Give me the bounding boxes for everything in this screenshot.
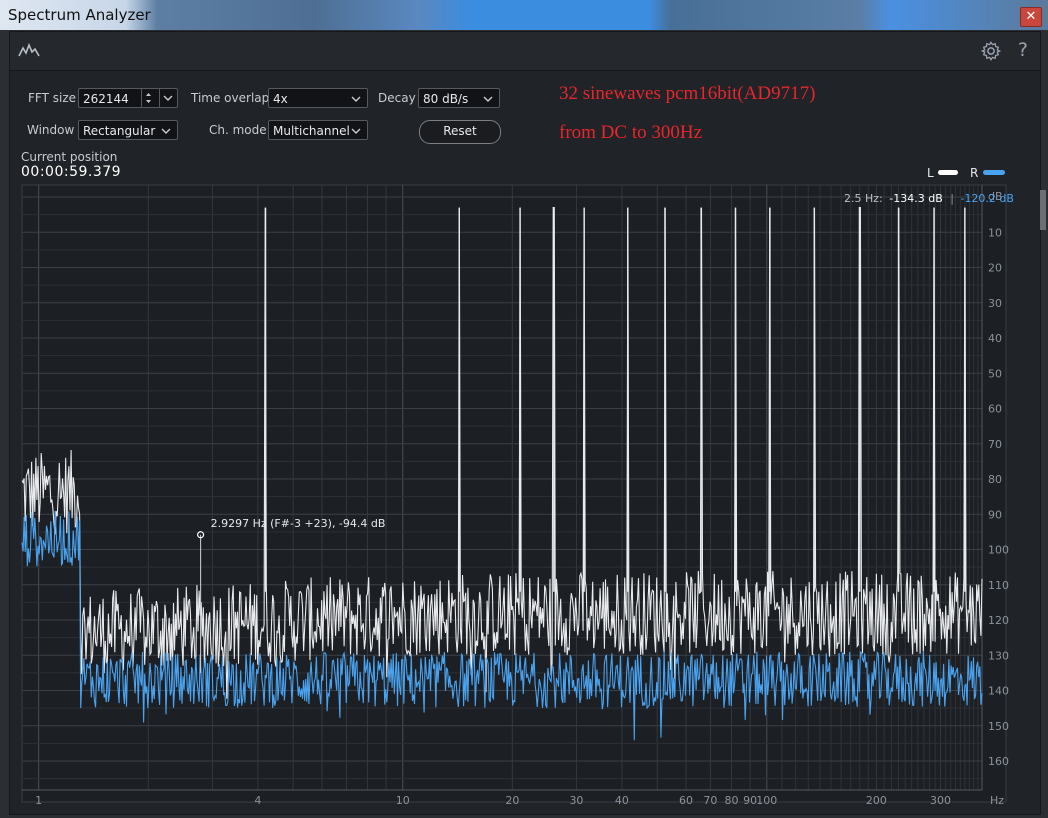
y-tick-label: 70	[988, 438, 1002, 451]
readout-right-db: -120.2 dB	[960, 192, 1014, 205]
x-tick-label: 10	[396, 794, 410, 807]
y-tick-label: 150	[988, 720, 1009, 733]
x-tick-label: 100	[756, 794, 777, 807]
readout-freq: 2.5 Hz:	[844, 192, 883, 205]
y-tick-label: 120	[988, 614, 1009, 627]
x-tick-label: 1	[35, 794, 42, 807]
x-tick-label: 4	[254, 794, 261, 807]
plugin-panel: ? FFT size 262144 Time overlap 4x Decay …	[9, 31, 1041, 815]
window-title: Spectrum Analyzer	[8, 6, 151, 24]
y-tick-label: 130	[988, 649, 1009, 662]
y-tick-label: 160	[988, 755, 1009, 768]
y-tick-label: 60	[988, 403, 1002, 416]
y-tick-label: 140	[988, 685, 1009, 698]
y-tick-label: 110	[988, 579, 1009, 592]
y-tick-label: 10	[988, 226, 1002, 239]
window-scrollbar[interactable]	[1040, 190, 1046, 230]
x-tick-label: 300	[930, 794, 951, 807]
readout-left-db: -134.3 dB	[889, 192, 943, 205]
y-tick-label: 40	[988, 332, 1002, 345]
x-tick-label: 40	[615, 794, 629, 807]
spectrum-chart[interactable]: dB10203040506070809010011012013014015016…	[10, 32, 1040, 814]
x-tick-label: 60	[679, 794, 693, 807]
x-tick-label: 80	[725, 794, 739, 807]
x-tick-label: 20	[505, 794, 519, 807]
y-tick-label: 20	[988, 262, 1002, 275]
x-axis-unit: Hz	[990, 794, 1004, 807]
x-tick-label: 30	[569, 794, 583, 807]
y-tick-label: 50	[988, 367, 1002, 380]
x-tick-label: 90	[743, 794, 757, 807]
y-tick-label: 30	[988, 297, 1002, 310]
x-tick-label: 70	[703, 794, 717, 807]
readout-separator: |	[950, 192, 954, 205]
close-button[interactable]: ✕	[1020, 7, 1042, 27]
x-tick-label: 200	[866, 794, 887, 807]
title-bar[interactable]: Spectrum Analyzer ✕	[0, 0, 1048, 30]
spectrum-analyzer-window: Spectrum Analyzer ✕ ? FFT size 262144 Ti…	[0, 0, 1048, 818]
cursor-label: 2.9297 Hz (F#-3 +23), -94.4 dB	[211, 517, 386, 530]
y-tick-label: 90	[988, 508, 1002, 521]
y-tick-label: 80	[988, 473, 1002, 486]
y-tick-label: 100	[988, 544, 1009, 557]
readout: 2.5 Hz: -134.3 dB | -120.2 dB	[844, 192, 1014, 205]
